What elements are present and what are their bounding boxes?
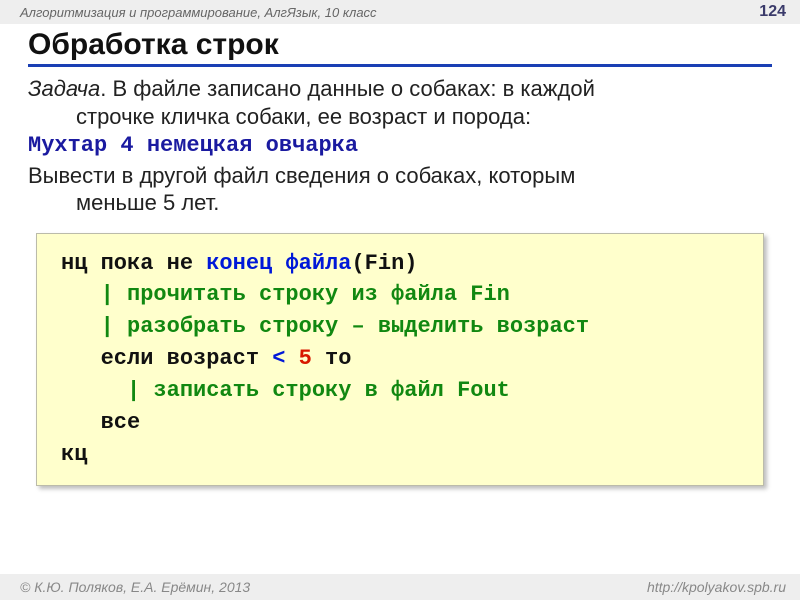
footer-copyright: © К.Ю. Поляков, Е.А. Ерёмин, 2013 bbox=[20, 579, 250, 595]
code-l4d: 5 bbox=[299, 346, 312, 371]
code-l3: | разобрать строку – выделить возраст bbox=[61, 314, 589, 339]
header-bar: Алгоритмизация и программирование, АлгЯз… bbox=[0, 0, 800, 24]
content-area: Обработка строк Задача. В файле записано… bbox=[0, 24, 800, 486]
page-number: 124 bbox=[759, 3, 786, 21]
code-l2: | прочитать строку из файла Fin bbox=[61, 282, 510, 307]
slide: Алгоритмизация и программирование, АлгЯз… bbox=[0, 0, 800, 600]
code-l7: кц bbox=[61, 442, 87, 467]
code-l4a: если возраст bbox=[61, 346, 272, 371]
task-text: Задача. В файле записано данные о собака… bbox=[28, 75, 772, 217]
course-name: Алгоритмизация и программирование, АлгЯз… bbox=[20, 5, 377, 20]
code-l4e: то bbox=[312, 346, 352, 371]
code-l1c: (Fin) bbox=[351, 251, 417, 276]
footer-url: http://kpolyakov.spb.ru bbox=[647, 579, 786, 595]
code-block: нц пока не конец файла(Fin) | прочитать … bbox=[36, 233, 764, 486]
page-title: Обработка строк bbox=[28, 28, 772, 67]
code-l1a: нц пока не bbox=[61, 251, 206, 276]
code-l4c bbox=[285, 346, 298, 371]
code-l1b: конец файла bbox=[206, 251, 351, 276]
task-line-1b: строчке кличка собаки, ее возраст и поро… bbox=[28, 103, 772, 131]
task-line-1a: . В файле записано данные о собаках: в к… bbox=[100, 76, 595, 101]
footer-bar: © К.Ю. Поляков, Е.А. Ерёмин, 2013 http:/… bbox=[0, 574, 800, 600]
code-l4b: < bbox=[272, 346, 285, 371]
code-l6: все bbox=[61, 410, 140, 435]
sample-line: Мухтар 4 немецкая овчарка bbox=[28, 132, 772, 160]
code-l5: | записать строку в файл Fout bbox=[61, 378, 510, 403]
task-label: Задача bbox=[28, 76, 100, 101]
task-line-2b: меньше 5 лет. bbox=[28, 189, 772, 217]
task-line-2a: Вывести в другой файл сведения о собаках… bbox=[28, 163, 575, 188]
